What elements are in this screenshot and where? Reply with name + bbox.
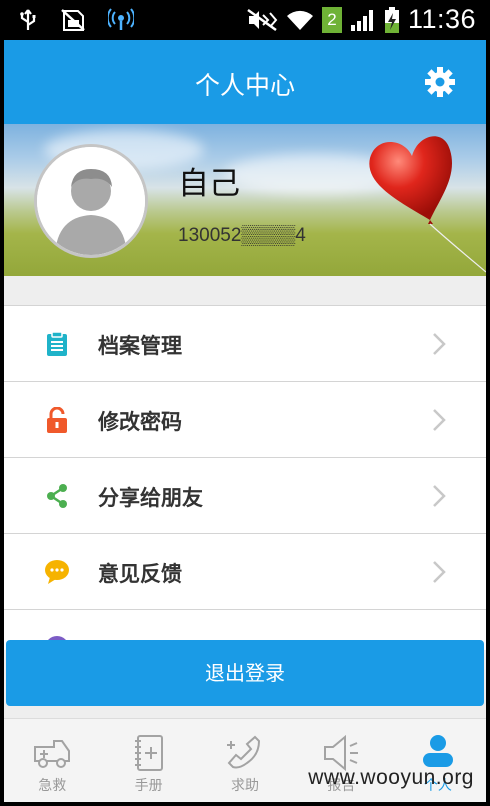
- settings-menu: 档案管理 修改密码 分享给朋友 意见反馈: [4, 305, 486, 660]
- status-bar: 2 11:36: [0, 0, 490, 40]
- share-icon: [47, 484, 67, 508]
- menu-item-label: 档案管理: [98, 334, 182, 358]
- menu-item-label: 意见反馈: [98, 562, 182, 586]
- mute-icon: [247, 8, 278, 31]
- phone-help-icon: [227, 735, 261, 769]
- menu-item-label: 分享给朋友: [98, 486, 203, 510]
- menu-item-label: 修改密码: [98, 410, 182, 434]
- no-sim-icon: [61, 9, 85, 31]
- sim-slot-badge: 2: [321, 6, 342, 33]
- menu-item-records[interactable]: 档案管理: [4, 306, 486, 382]
- chevron-right-icon: [433, 333, 446, 355]
- signal-icon: [350, 9, 373, 31]
- watermark: www.wooyun.org: [308, 766, 474, 789]
- menu-item-share[interactable]: 分享给朋友: [4, 458, 486, 534]
- profile-phone: 130052▒▒▒▒4: [178, 225, 306, 246]
- tab-label: 求助: [231, 778, 260, 794]
- wifi-icon: [286, 10, 313, 30]
- lock-icon: [47, 407, 67, 433]
- clipboard-icon: [47, 331, 67, 356]
- chevron-right-icon: [433, 409, 446, 431]
- chat-icon: [45, 560, 69, 584]
- usb-icon: [20, 9, 36, 30]
- profile-name: 自己: [178, 166, 240, 202]
- page-title: 个人中心: [194, 71, 295, 100]
- avatar[interactable]: [34, 144, 148, 258]
- chevron-right-icon: [433, 485, 446, 507]
- tab-help[interactable]: 求助: [197, 719, 293, 802]
- chevron-right-icon: [433, 561, 446, 583]
- gear-icon[interactable]: [424, 66, 456, 98]
- user-placeholder-icon: [37, 147, 145, 255]
- app-screen: 个人中心 自己 130052▒▒▒▒4 档案管理 修改密码 分享给朋友 意见反馈…: [4, 40, 486, 802]
- heart-balloon-icon: [369, 136, 486, 273]
- tab-first-aid[interactable]: 急救: [4, 719, 100, 802]
- menu-item-change-password[interactable]: 修改密码: [4, 382, 486, 458]
- battery-charging-icon: [384, 6, 399, 33]
- tab-label: 手册: [134, 778, 163, 794]
- tab-handbook[interactable]: 手册: [100, 719, 196, 802]
- clock: 11:36: [407, 4, 476, 34]
- title-bar: 个人中心: [4, 40, 486, 124]
- logout-button[interactable]: 退出登录: [6, 640, 484, 706]
- ambulance-icon: [34, 740, 71, 768]
- hotspot-icon: [108, 8, 134, 30]
- tab-label: 急救: [38, 778, 67, 794]
- menu-item-feedback[interactable]: 意见反馈: [4, 534, 486, 610]
- handbook-icon: [134, 735, 163, 771]
- profile-banner: 自己 130052▒▒▒▒4: [4, 124, 486, 276]
